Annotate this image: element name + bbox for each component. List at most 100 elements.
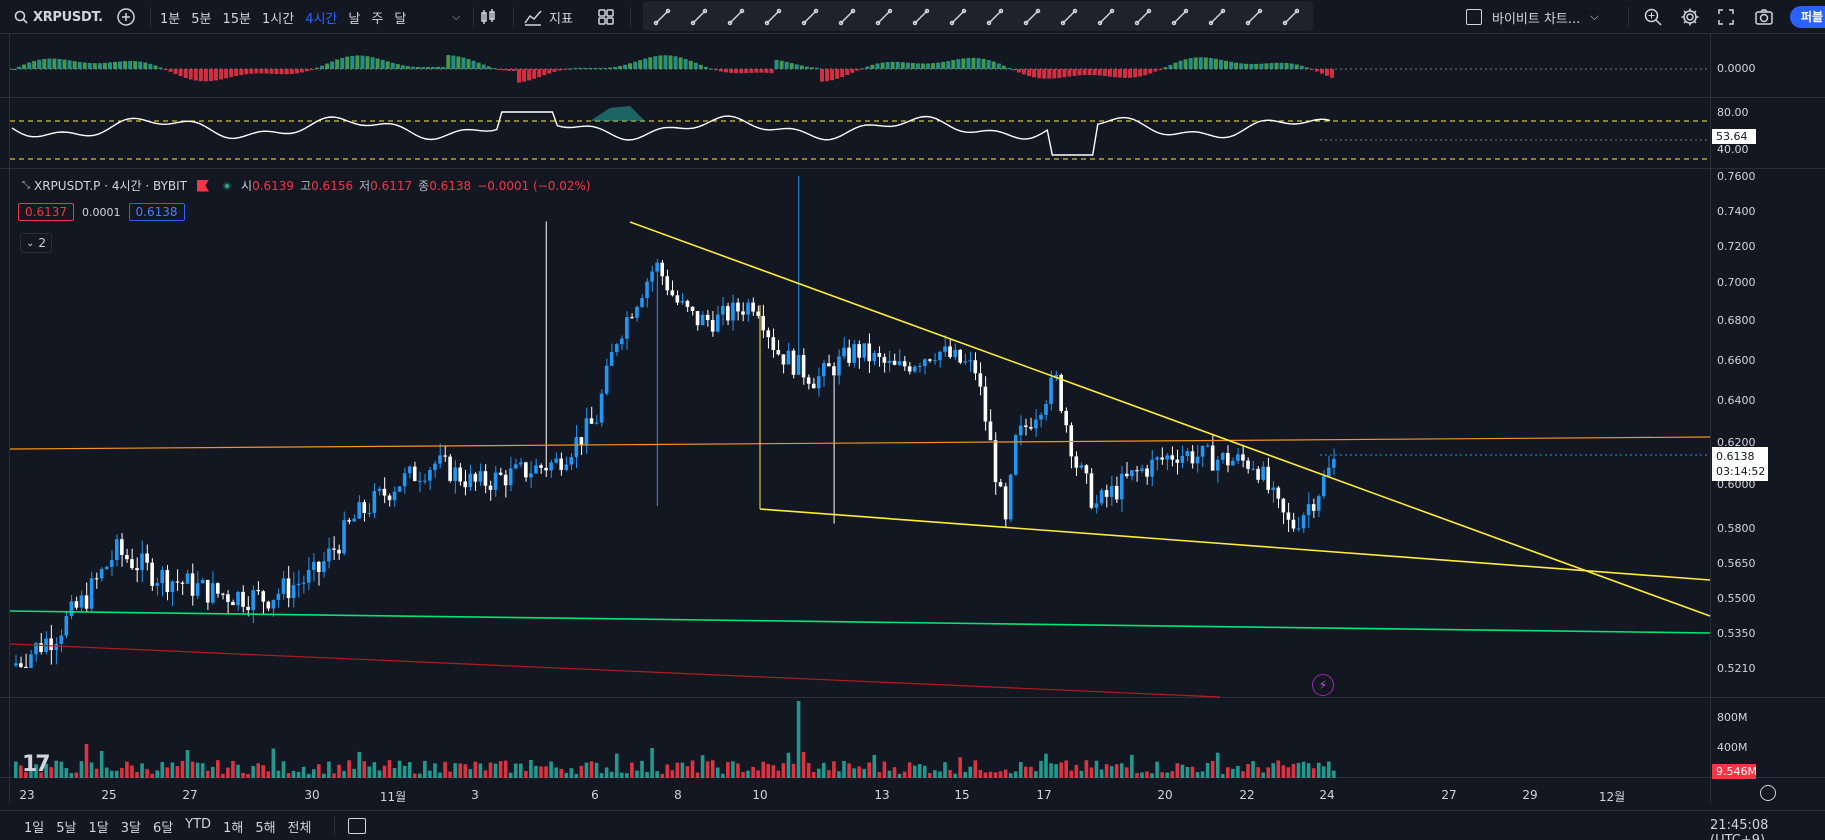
candle-body [958,349,962,363]
macd-bar [673,56,678,69]
price-axis-label: 0.7000 [1717,276,1756,289]
macd-bar [284,69,289,75]
volume-bar [140,763,144,778]
candle-body [503,474,508,486]
volume-bar [49,767,53,778]
volume-bar [1029,766,1033,778]
volume-bar [751,766,755,778]
range-7[interactable]: 5해 [255,817,275,836]
candle-body [251,590,255,611]
macd-bar [921,63,925,69]
volume-bar [1256,767,1260,778]
macd-bar [643,58,648,69]
volume-bar [317,764,321,778]
candle-body [715,314,720,332]
range-8[interactable]: 전체 [288,817,312,836]
volume-bar [296,771,301,778]
volume-bar [1301,761,1306,778]
candle-body [897,361,902,365]
candle-body [423,480,427,482]
range-5[interactable]: YTD [185,817,211,836]
volume-bar [1130,754,1134,778]
macd-bar [820,69,824,82]
macd-bar [163,69,168,70]
volume-bar [680,762,685,778]
axis-settings-icon[interactable] [1760,785,1776,801]
volume-bar [1039,760,1043,778]
volume-bar [498,761,503,778]
macd-bar [355,55,360,69]
chart-canvas[interactable] [0,0,1825,810]
current-price-tag: 0.6138 03:14:52 [1712,447,1768,481]
volume-bar [513,763,518,778]
macd-bar [1052,69,1057,79]
volume-bar [276,770,281,778]
volume-bar [1286,767,1291,778]
macd-bar [1168,64,1173,69]
macd-bar [17,66,22,69]
candle-body [599,393,604,423]
candle-body [579,437,584,445]
candle-body [1165,455,1169,460]
calendar-icon[interactable] [348,818,366,834]
flag-icon[interactable] [197,179,210,192]
candle-body [609,352,614,366]
range-3[interactable]: 3달 [121,817,141,836]
volume-bar [508,772,513,778]
tradingview-logo[interactable]: 17 [22,752,51,777]
clock[interactable]: 21:45:08 (UTC+9) [1710,818,1825,840]
volume-bar [519,763,523,778]
volume-bar [741,771,745,778]
macd-bar [42,58,47,69]
candle-body [200,579,205,584]
collapse-arrows-icon[interactable]: ⤡ [22,180,30,191]
macd-bar [1022,69,1026,75]
legend-symbol[interactable]: XRPUSDT.P · 4시간 · BYBIT [34,177,187,194]
candle-body [721,306,725,315]
range-2[interactable]: 1달 [88,817,108,836]
volume-bar [640,760,644,778]
candle-body [635,306,639,318]
candle-body [94,578,99,580]
volume-bar [1034,771,1038,778]
candle-body [488,485,493,490]
range-1[interactable]: 5날 [56,817,76,836]
lightning-icon[interactable]: ⚡ [1312,674,1334,696]
volume-bar [988,771,993,778]
range-0[interactable]: 1일 [24,817,44,836]
candle-body [226,594,230,603]
candle-body [786,350,791,365]
candle-body [1205,445,1210,447]
macd-bar [1314,69,1319,72]
macd-bar [612,66,617,69]
macd-bar [885,62,890,69]
range-6[interactable]: 1해 [223,817,243,836]
volume-bar [655,771,659,778]
macd-bar [597,68,602,70]
volume-bar [620,772,624,778]
candle-body [781,354,786,365]
candle-body [776,349,781,355]
macd-bar [1224,60,1228,69]
volume-bar [109,770,114,778]
sell-price-button[interactable]: 0.6137 [18,203,74,221]
indicator-collapse-button[interactable]: ⌄ 2 [20,233,52,253]
volume-bar [862,768,866,778]
volume-bar [1291,763,1296,778]
time-axis-label: 17 [1036,788,1052,802]
volume-bar [1327,761,1331,778]
buy-price-button[interactable]: 0.6138 [128,203,185,221]
candle-body [49,638,53,650]
volume-bar [14,761,18,778]
volume-bar [958,757,962,778]
candle-body [438,455,442,464]
volume-bar [983,772,988,778]
price-axis-label: 0.5650 [1717,557,1756,570]
candle-body [791,350,796,375]
macd-bar [37,59,42,69]
range-4[interactable]: 6달 [153,817,173,836]
macd-bar [996,63,1001,69]
volume-bar [816,768,821,778]
volume-bar [1084,760,1089,778]
candle-body [569,457,574,465]
